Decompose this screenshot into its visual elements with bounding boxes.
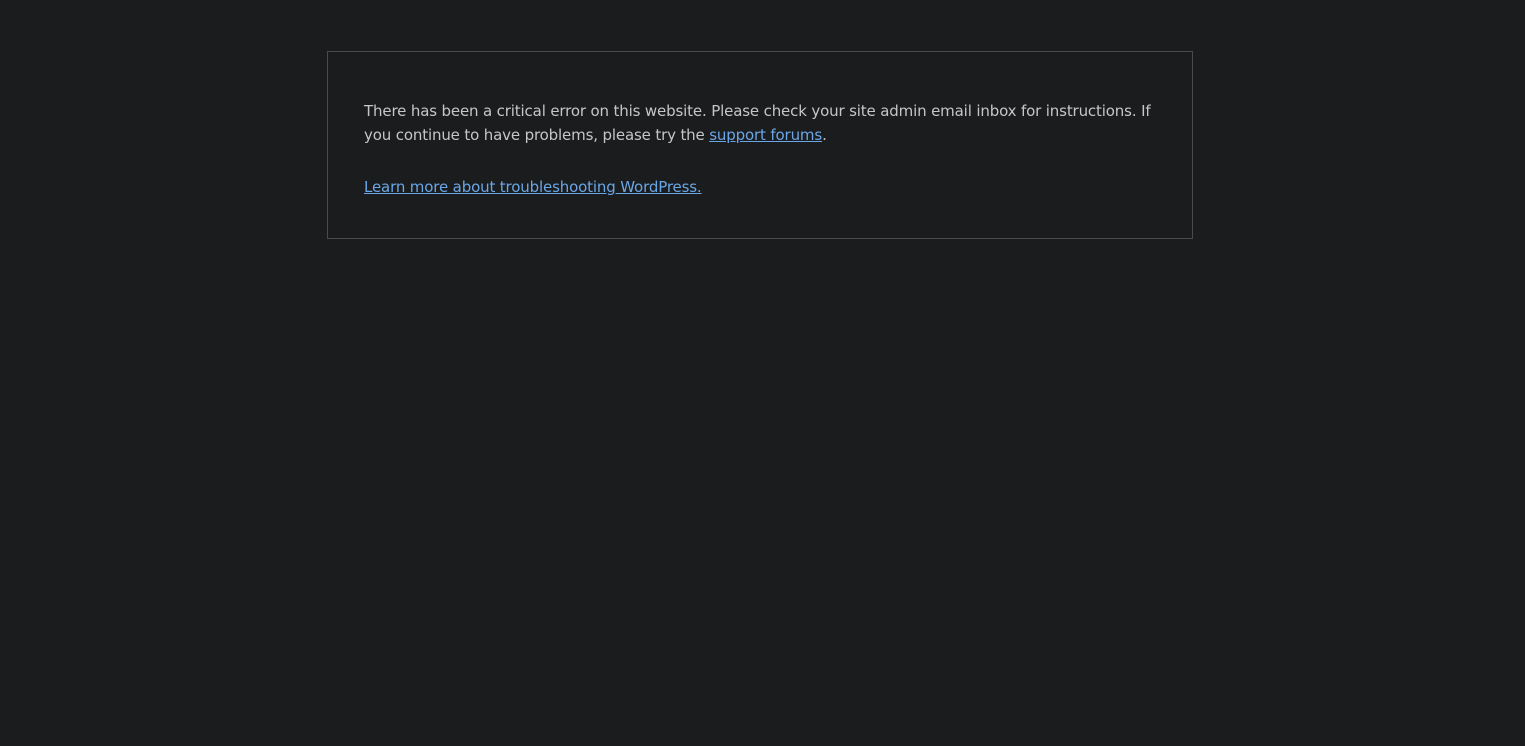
troubleshooting-link[interactable]: Learn more about troubleshooting WordPre… [364, 178, 702, 196]
error-message-part2: . [822, 126, 827, 144]
error-message-text: There has been a critical error on this … [364, 99, 1164, 147]
error-message-box: There has been a critical error on this … [327, 51, 1193, 239]
support-forums-link[interactable]: support forums [709, 126, 822, 144]
learn-more-paragraph: Learn more about troubleshooting WordPre… [364, 175, 702, 199]
